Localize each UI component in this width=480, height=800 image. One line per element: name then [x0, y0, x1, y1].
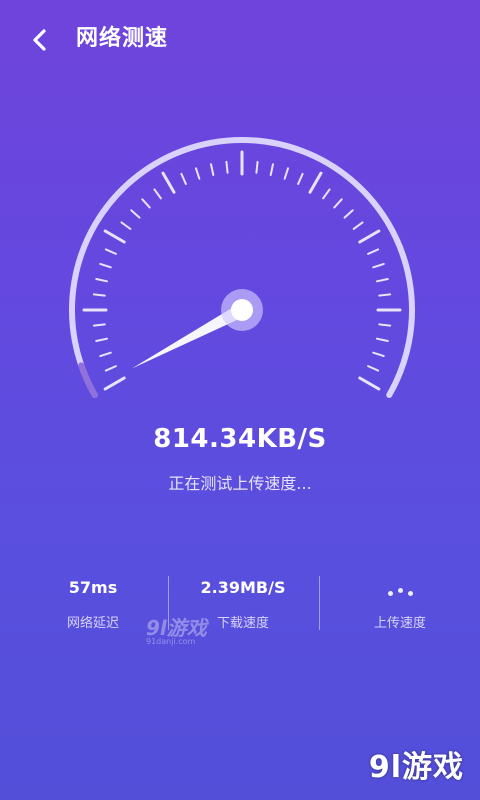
upload-value-loading [325, 576, 475, 600]
gauge-minor-tick [120, 221, 132, 230]
header: 网络测速 [0, 0, 480, 80]
upload-label: 上传速度 [373, 616, 426, 631]
gauge-major-tick [103, 229, 126, 244]
ping-value: 57ms [68, 578, 118, 597]
gauge-progress-arc [78, 362, 98, 398]
gauge-major-tick [358, 229, 381, 244]
gauge-minor-tick [352, 221, 364, 230]
needle-hub-inner [231, 299, 253, 321]
gauge-ticks [82, 150, 402, 391]
download-value: 2.39MB/S [200, 578, 286, 597]
gauge-minor-tick [130, 209, 141, 219]
gauge-minor-tick [210, 163, 215, 177]
gauge-major-tick [103, 376, 126, 391]
gauge-minor-tick [99, 351, 112, 358]
gauge-minor-tick [283, 167, 290, 180]
gauge-minor-tick [92, 293, 106, 297]
gauge-minor-tick [225, 160, 229, 174]
divider [319, 576, 320, 630]
chevron-left-icon [33, 29, 46, 51]
gauge-minor-tick [367, 365, 380, 372]
gauge-minor-tick [99, 262, 112, 269]
gauge-minor-tick [255, 160, 259, 174]
gauge-minor-tick [95, 278, 109, 283]
gauge-arc [69, 136, 415, 398]
gauge-major-tick [161, 171, 176, 194]
gauge-minor-tick [378, 293, 392, 297]
watermark-center: 9l游戏 91danji.com [146, 612, 256, 652]
gauge-minor-tick [375, 337, 389, 342]
speed-gauge [69, 136, 415, 398]
gauge-minor-tick [297, 172, 304, 185]
gauge-minor-tick [378, 323, 392, 327]
gauge-minor-tick [367, 248, 380, 255]
gauge-minor-tick [92, 323, 106, 327]
back-button[interactable] [22, 22, 58, 58]
gauge-minor-tick [180, 172, 187, 185]
gauge-minor-tick [269, 163, 274, 177]
loading-dots-icon [387, 579, 413, 603]
gauge-major-tick [308, 171, 323, 194]
watermark-corner-logo: 9l游戏 [368, 750, 464, 785]
gauge-minor-tick [372, 262, 385, 269]
gauge-minor-tick [194, 167, 201, 180]
gauge-minor-tick [104, 365, 117, 372]
gauge-minor-tick [153, 188, 162, 200]
gauge-minor-tick [333, 198, 343, 209]
gauge-minor-tick [95, 337, 109, 342]
current-speed-value: 814.34KB/S [153, 424, 327, 454]
gauge-minor-tick [104, 248, 117, 255]
gauge-major-tick [358, 376, 381, 391]
page-title: 网络测速 [76, 26, 169, 51]
stat-upload: 上传速度 [325, 570, 475, 631]
gauge-minor-tick [343, 209, 354, 219]
gauge-minor-tick [372, 351, 385, 358]
test-status-text: 正在测试上传速度... [168, 474, 312, 493]
gauge-minor-tick [141, 198, 151, 209]
gauge-minor-tick [375, 278, 389, 283]
gauge-minor-tick [322, 188, 331, 200]
